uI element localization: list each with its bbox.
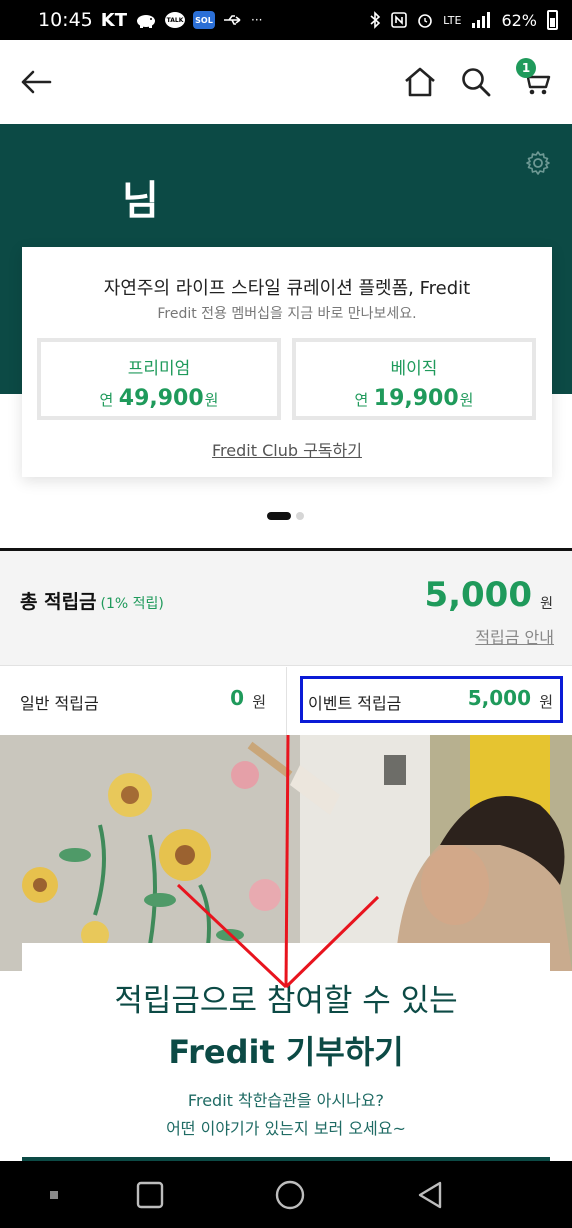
nav-small-button[interactable] bbox=[30, 1171, 78, 1219]
total-points-label: 총 적립금 (1% 적립) bbox=[20, 587, 164, 614]
plan-price-amount: 49,900 bbox=[118, 386, 204, 411]
nav-home-button[interactable] bbox=[266, 1171, 314, 1219]
bluetooth-icon bbox=[369, 11, 381, 29]
plan-price-amount: 19,900 bbox=[373, 386, 459, 411]
volunteer-mural-photo bbox=[0, 735, 572, 971]
banner-subtext: Fredit 착한습관을 아시나요? bbox=[187, 1091, 385, 1110]
membership-title: 자연주의 라이프 스타일 큐레이션 플렛폼, Fredit bbox=[103, 278, 471, 299]
status-carrier: KT bbox=[100, 9, 127, 31]
nav-back-icon bbox=[418, 1181, 442, 1209]
signal-icon bbox=[471, 12, 491, 28]
pager-dot[interactable] bbox=[296, 512, 304, 520]
home-icon bbox=[405, 67, 435, 97]
battery-level: 62% bbox=[501, 10, 537, 30]
search-button[interactable] bbox=[454, 60, 498, 104]
total-points-amount: 5,000 bbox=[424, 575, 532, 615]
sol-app-icon: SOL bbox=[193, 11, 215, 29]
donation-banner[interactable]: 적립금으로 참여할 수 있는 Fredit 기부하기 Fredit 착한습관을 … bbox=[0, 735, 572, 1161]
points-rate: (1% 적립) bbox=[100, 596, 164, 612]
recents-button[interactable] bbox=[126, 1171, 174, 1219]
event-points-label: 이벤트 적립금 bbox=[308, 694, 402, 713]
plan-name: 베이직 bbox=[390, 359, 438, 379]
back-button[interactable] bbox=[14, 60, 58, 104]
cart-count-badge: 1 bbox=[516, 58, 536, 78]
plan-premium[interactable]: 프리미엄 연 49,900원 bbox=[37, 338, 281, 420]
banner-subtext-2: 어떤 이야기가 있는지 보러 오세요~ bbox=[166, 1119, 406, 1138]
piggy-bank-icon bbox=[135, 12, 157, 28]
total-points-unit: 원 bbox=[540, 596, 553, 612]
nfc-icon bbox=[391, 12, 407, 28]
banner-text-card: 적립금으로 참여할 수 있는 Fredit 기부하기 Fredit 착한습관을 … bbox=[22, 943, 550, 1161]
general-points-label: 일반 적립금 bbox=[20, 694, 99, 713]
search-icon bbox=[462, 68, 491, 97]
status-more: ··· bbox=[251, 13, 263, 27]
status-bar: 10:45 KT TALK SOL ··· LTE 62% bbox=[0, 0, 572, 40]
subscribe-link[interactable]: Fredit Club 구독하기 bbox=[22, 437, 552, 461]
gear-icon bbox=[526, 151, 550, 175]
plan-price-prefix: 연 bbox=[99, 391, 114, 409]
nav-home-icon bbox=[275, 1180, 305, 1210]
general-points-amount: 0 bbox=[230, 686, 244, 710]
event-points-unit: 원 bbox=[539, 693, 553, 711]
membership-subtitle: Fredit 전용 멤버십을 지금 바로 만나보세요. bbox=[157, 306, 417, 322]
app-header bbox=[0, 40, 572, 124]
status-right: LTE 62% bbox=[369, 10, 558, 30]
plan-price-unit: 원 bbox=[204, 391, 219, 409]
total-points-title: 총 적립금 bbox=[20, 591, 97, 613]
usb-icon bbox=[223, 13, 243, 27]
points-summary: 총 적립금 (1% 적립) 5,000 원 적립금 안내 bbox=[0, 551, 572, 666]
kakaotalk-icon: TALK bbox=[165, 12, 185, 28]
alarm-icon bbox=[417, 12, 433, 28]
pager-dot-active[interactable] bbox=[267, 512, 291, 520]
banner-title: Fredit 기부하기 bbox=[168, 1033, 404, 1071]
membership-card: 자연주의 라이프 스타일 큐레이션 플렛폼, Fredit Fredit 전용 … bbox=[22, 247, 552, 477]
general-points-cell: 일반 적립금 0 원 bbox=[0, 667, 287, 735]
settings-button[interactable] bbox=[525, 150, 551, 176]
points-breakdown: 일반 적립금 0 원 이벤트 적립금 5,000 원 bbox=[0, 667, 572, 735]
battery-icon bbox=[547, 10, 558, 30]
home-button[interactable] bbox=[398, 60, 442, 104]
plan-price: 연 49,900원 bbox=[41, 386, 277, 411]
plan-price-unit: 원 bbox=[459, 391, 474, 409]
plan-price: 연 19,900원 bbox=[296, 386, 532, 411]
status-left: 10:45 KT TALK SOL ··· bbox=[38, 9, 262, 31]
plan-name: 프리미엄 bbox=[127, 359, 191, 379]
arrow-left-icon bbox=[21, 70, 52, 94]
plan-price-prefix: 연 bbox=[354, 391, 369, 409]
nav-back-button[interactable] bbox=[406, 1171, 454, 1219]
event-points-amount: 5,000 bbox=[467, 686, 531, 710]
carousel-pager bbox=[267, 512, 304, 520]
points-guide-link[interactable]: 적립금 안내 bbox=[475, 624, 554, 648]
system-nav-bar bbox=[0, 1161, 572, 1228]
recents-icon bbox=[136, 1181, 164, 1209]
user-greeting: 님 bbox=[122, 178, 159, 224]
status-time: 10:45 bbox=[38, 9, 93, 31]
general-points-unit: 원 bbox=[252, 693, 266, 711]
network-type: LTE bbox=[443, 13, 462, 27]
plan-basic[interactable]: 베이직 연 19,900원 bbox=[292, 338, 536, 420]
banner-headline: 적립금으로 참여할 수 있는 bbox=[114, 983, 458, 1019]
